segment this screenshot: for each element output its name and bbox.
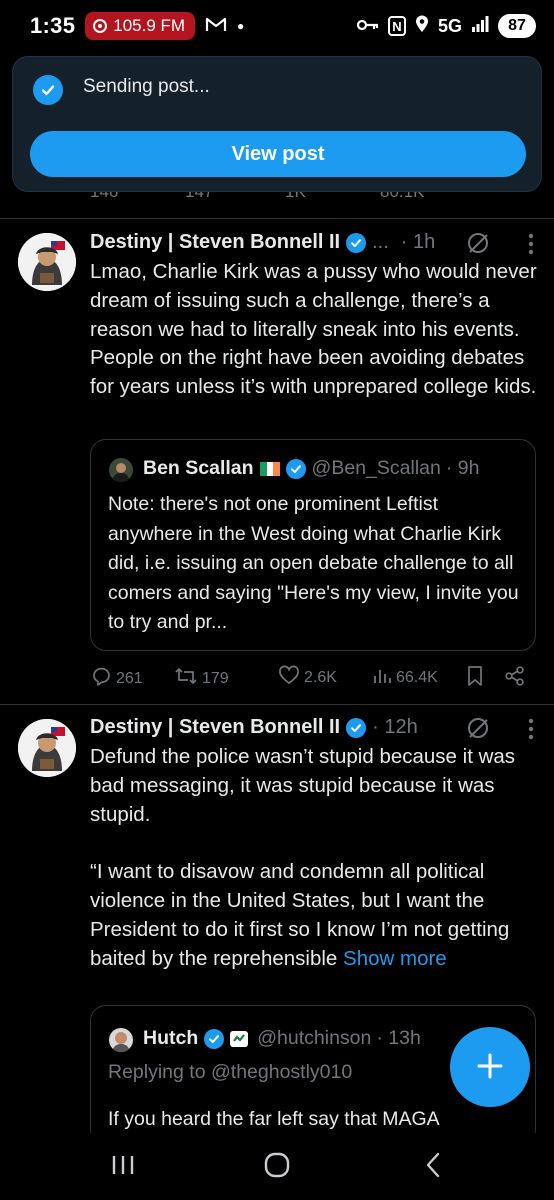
- post-text-paragraph: Defund the police wasn’t stupid because …: [90, 745, 516, 826]
- signal-icon: [471, 15, 489, 37]
- sending-post-toast: Sending post... View post: [12, 56, 542, 192]
- bookmark-button[interactable]: [466, 665, 484, 692]
- name-ellipsis: ...: [372, 231, 389, 253]
- back-icon[interactable]: [418, 1149, 448, 1181]
- quote-time: · 9h: [445, 457, 480, 479]
- reply-icon: [90, 665, 112, 692]
- views-button[interactable]: 66.4K: [372, 665, 438, 690]
- views-count: 66.4K: [396, 668, 438, 686]
- plus-icon: [476, 1052, 504, 1083]
- repost-button[interactable]: 179: [174, 665, 229, 692]
- view-post-button[interactable]: View post: [30, 131, 526, 177]
- quote-header: Ben Scallan @Ben_Scallan · 9h: [143, 457, 479, 480]
- avatar[interactable]: [18, 719, 76, 777]
- more-options-icon[interactable]: [528, 718, 534, 746]
- bookmark-icon: [466, 665, 484, 692]
- quote-author-name: Ben Scallan: [143, 457, 254, 479]
- affiliate-badge-icon: [229, 1030, 249, 1048]
- post-time: · 1h: [400, 231, 436, 253]
- radio-icon: [93, 19, 108, 33]
- radio-label: 105.9 FM: [113, 16, 186, 35]
- compose-post-button[interactable]: [450, 1027, 530, 1107]
- quote-text: Note: there's not one prominent Leftist …: [108, 493, 519, 633]
- post-header: Destiny | Steven Bonnell II · 12h: [90, 716, 418, 739]
- heart-icon: [278, 665, 300, 690]
- quote-avatar[interactable]: [109, 458, 133, 482]
- grok-icon[interactable]: [466, 231, 490, 260]
- status-time: 1:35: [30, 13, 76, 38]
- like-button[interactable]: 2.6K: [278, 665, 337, 690]
- quote-handle: @Ben_Scallan: [311, 457, 441, 479]
- quote-header: Hutch @hutchinson · 13h: [143, 1027, 421, 1050]
- reply-count: 261: [116, 669, 143, 687]
- repost-count: 179: [202, 669, 229, 687]
- verified-badge-icon: [346, 717, 367, 738]
- key-icon: [356, 16, 379, 37]
- reply-button[interactable]: 261: [90, 665, 143, 692]
- battery-indicator: 87: [498, 14, 536, 38]
- verified-badge-icon: [285, 458, 306, 479]
- share-icon: [504, 665, 526, 692]
- post-text-paragraph: “I want to disavow and condemn all polit…: [90, 858, 540, 973]
- gmail-icon: [205, 16, 227, 37]
- show-more-link[interactable]: Show more: [343, 947, 447, 970]
- post-text: Lmao, Charlie Kirk was a pussy who would…: [90, 260, 537, 399]
- post-header: Destiny | Steven Bonnell II ... · 1h: [90, 231, 435, 254]
- check-icon: [33, 75, 63, 105]
- more-options-icon[interactable]: [528, 233, 534, 261]
- verified-badge-icon: [346, 232, 367, 253]
- notification-dot-icon: ●: [237, 19, 245, 33]
- quoted-post[interactable]: Ben Scallan @Ben_Scallan · 9h Note: ther…: [90, 439, 536, 651]
- verified-badge-icon: [204, 1028, 225, 1049]
- post[interactable]: Destiny | Steven Bonnell II ... · 1h Lma…: [0, 219, 554, 704]
- avatar[interactable]: [18, 233, 76, 291]
- post-actions: 261 179 2.6K 66.4K: [90, 665, 540, 691]
- quote-handle: @hutchinson: [257, 1027, 372, 1049]
- like-count: 2.6K: [304, 668, 337, 686]
- system-navigation-bar: [0, 1133, 554, 1200]
- views-icon: [372, 665, 392, 690]
- irish-flag-icon: [259, 461, 280, 476]
- post-time: · 12h: [372, 716, 418, 738]
- toast-message: Sending post...: [83, 76, 210, 97]
- share-button[interactable]: [504, 665, 526, 692]
- location-icon: [415, 15, 429, 38]
- network-label: 5G: [437, 15, 462, 36]
- status-bar: 1:35 105.9 FM ● N 5G 87: [0, 0, 554, 52]
- quote-author-name: Hutch: [143, 1027, 199, 1049]
- repost-icon: [174, 665, 198, 692]
- quote-text: If you heard the far left say that MAGA: [108, 1108, 440, 1130]
- home-icon[interactable]: [262, 1149, 292, 1181]
- grok-icon[interactable]: [466, 716, 490, 745]
- post-text: Defund the police wasn’t stupid because …: [90, 743, 540, 973]
- quote-avatar[interactable]: [109, 1028, 133, 1052]
- nfc-icon: N: [387, 16, 406, 36]
- author-name[interactable]: Destiny | Steven Bonnell II: [90, 716, 340, 739]
- author-name[interactable]: Destiny | Steven Bonnell II: [90, 231, 340, 254]
- radio-badge: 105.9 FM: [85, 12, 196, 40]
- recent-apps-icon[interactable]: [108, 1149, 138, 1181]
- quote-time: · 13h: [376, 1027, 421, 1049]
